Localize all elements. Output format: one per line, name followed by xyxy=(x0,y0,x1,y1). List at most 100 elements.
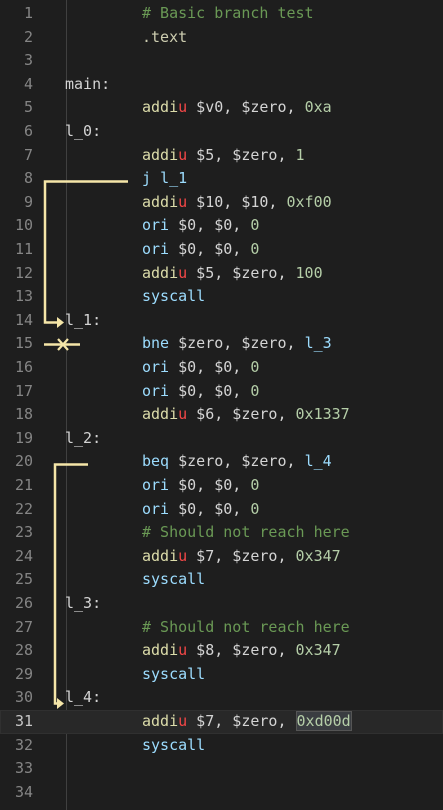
code-token: 0x1337 xyxy=(295,405,350,424)
code-token: u xyxy=(178,405,188,424)
code-line[interactable]: 27 # Should not reach here xyxy=(0,616,443,640)
code-line[interactable]: 20 beq $zero, $zero, l_4 xyxy=(0,450,443,474)
code-text[interactable]: addiu $v0, $zero, 0xa xyxy=(142,96,332,120)
code-text[interactable]: j l_1 xyxy=(142,167,187,191)
code-token: $10, $10, xyxy=(187,192,287,211)
code-line[interactable]: 21 ori $0, $0, 0 xyxy=(0,474,443,498)
code-text[interactable]: addiu $10, $10, 0xf00 xyxy=(142,191,332,215)
code-line[interactable]: 31 addiu $7, $zero, 0xd00d xyxy=(0,710,443,734)
line-number: 4 xyxy=(23,74,33,93)
code-line[interactable]: 15 bne $zero, $zero, l_3 xyxy=(0,332,443,356)
code-text[interactable]: l_0: xyxy=(65,120,101,144)
code-line[interactable]: 19 l_2: xyxy=(0,427,443,451)
code-token: addi xyxy=(142,192,179,211)
line-number: 29 xyxy=(14,664,33,683)
code-text[interactable]: ori $0, $0, 0 xyxy=(142,214,259,238)
code-token: l_1: xyxy=(65,310,102,329)
code-token: main: xyxy=(65,74,111,93)
code-line[interactable]: 12 addiu $5, $zero, 100 xyxy=(0,262,443,286)
code-token: u xyxy=(178,192,188,211)
code-line[interactable]: 8 j l_1 xyxy=(0,167,443,191)
code-token: 0 xyxy=(250,499,260,518)
code-text[interactable]: syscall xyxy=(142,285,205,309)
code-token: l_3 xyxy=(304,334,332,353)
code-token: u xyxy=(178,145,188,164)
code-text[interactable]: ori $0, $0, 0 xyxy=(142,498,259,522)
code-text[interactable]: ori $0, $0, 0 xyxy=(142,238,259,262)
code-token: j xyxy=(142,169,152,188)
code-text[interactable]: addiu $6, $zero, 0x1337 xyxy=(142,403,350,427)
code-text[interactable]: l_4: xyxy=(65,686,101,710)
code-text[interactable]: beq $zero, $zero, l_4 xyxy=(142,450,332,474)
line-number: 3 xyxy=(23,51,33,70)
code-token: u xyxy=(178,263,188,282)
code-line[interactable]: 3 xyxy=(0,49,443,73)
code-token: $5, $zero, xyxy=(187,263,296,282)
code-line[interactable]: 28 addiu $8, $zero, 0x347 xyxy=(0,639,443,663)
code-text[interactable]: l_1: xyxy=(65,309,101,333)
code-text[interactable]: .text xyxy=(142,26,187,50)
code-text[interactable]: bne $zero, $zero, l_3 xyxy=(142,332,332,356)
code-text[interactable]: addiu $7, $zero, 0xd00d xyxy=(142,710,352,734)
code-line[interactable]: 34 xyxy=(0,781,443,805)
code-token: 0x347 xyxy=(295,546,341,565)
code-token: 100 xyxy=(295,263,323,282)
code-text[interactable]: ori $0, $0, 0 xyxy=(142,474,259,498)
code-line[interactable]: 11 ori $0, $0, 0 xyxy=(0,238,443,262)
code-line[interactable]: 32 syscall xyxy=(0,734,443,758)
code-line[interactable]: 23 # Should not reach here xyxy=(0,521,443,545)
code-line[interactable]: 25 syscall xyxy=(0,568,443,592)
code-token: l_1 xyxy=(160,169,188,188)
code-token: beq xyxy=(142,452,170,471)
line-number: 6 xyxy=(23,122,33,140)
code-token: syscall xyxy=(142,287,206,306)
code-line[interactable]: 14 l_1: xyxy=(0,309,443,333)
code-text[interactable]: ori $0, $0, 0 xyxy=(142,356,259,380)
code-token: $0, $0, xyxy=(169,381,251,400)
code-editor[interactable]: 1 # Basic branch test 2 .text 3 4 main: 5 addiu … xyxy=(0,0,443,810)
code-text[interactable]: # Should not reach here xyxy=(142,616,350,640)
code-line[interactable]: 16 ori $0, $0, 0 xyxy=(0,356,443,380)
code-text[interactable]: main: xyxy=(65,73,110,97)
code-text[interactable]: # Should not reach here xyxy=(142,521,350,545)
code-text[interactable]: syscall xyxy=(142,568,205,592)
code-line[interactable]: 6 l_0: xyxy=(0,120,443,144)
code-line[interactable]: 4 main: xyxy=(0,73,443,97)
code-token: .text xyxy=(142,27,188,46)
code-line[interactable]: 2 .text xyxy=(0,26,443,50)
code-text[interactable]: ori $0, $0, 0 xyxy=(142,380,259,404)
line-number: 23 xyxy=(14,523,33,542)
code-token: $0, $0, xyxy=(169,358,251,376)
code-line[interactable]: 30 l_4: xyxy=(0,686,443,710)
code-text[interactable]: # Basic branch test xyxy=(142,2,314,26)
code-text[interactable]: addiu $5, $zero, 1 xyxy=(142,144,305,168)
code-token: 0xf00 xyxy=(286,192,332,211)
code-text[interactable]: addiu $8, $zero, 0x347 xyxy=(142,639,341,663)
code-token: $zero, $zero, xyxy=(169,334,305,353)
code-token: 0 xyxy=(250,476,260,494)
code-line[interactable]: 26 l_3: xyxy=(0,592,443,616)
code-line[interactable]: 5 addiu $v0, $zero, 0xa xyxy=(0,96,443,120)
code-line[interactable]: 9 addiu $10, $10, 0xf00 xyxy=(0,191,443,215)
code-token: bne xyxy=(142,334,170,353)
line-number: 22 xyxy=(14,499,33,518)
code-token: addi xyxy=(142,641,179,660)
code-text[interactable]: l_3: xyxy=(65,592,101,616)
code-line[interactable]: 17 ori $0, $0, 0 xyxy=(0,380,443,404)
code-text[interactable]: syscall xyxy=(142,734,205,758)
code-text[interactable]: addiu $5, $zero, 100 xyxy=(142,262,323,286)
code-line[interactable]: 33 xyxy=(0,757,443,781)
line-number: 7 xyxy=(23,145,33,164)
code-text[interactable]: syscall xyxy=(142,663,205,687)
code-text[interactable]: l_2: xyxy=(65,427,101,451)
code-line[interactable]: 29 syscall xyxy=(0,663,443,687)
code-line[interactable]: 13 syscall xyxy=(0,285,443,309)
code-line[interactable]: 7 addiu $5, $zero, 1 xyxy=(0,144,443,168)
code-text[interactable]: addiu $7, $zero, 0x347 xyxy=(142,545,341,569)
code-line[interactable]: 24 addiu $7, $zero, 0x347 xyxy=(0,545,443,569)
code-line[interactable]: 18 addiu $6, $zero, 0x1337 xyxy=(0,403,443,427)
line-number: 24 xyxy=(14,546,33,565)
code-line[interactable]: 10 ori $0, $0, 0 xyxy=(0,214,443,238)
code-line[interactable]: 22 ori $0, $0, 0 xyxy=(0,498,443,522)
code-line[interactable]: 1 # Basic branch test xyxy=(0,2,443,26)
